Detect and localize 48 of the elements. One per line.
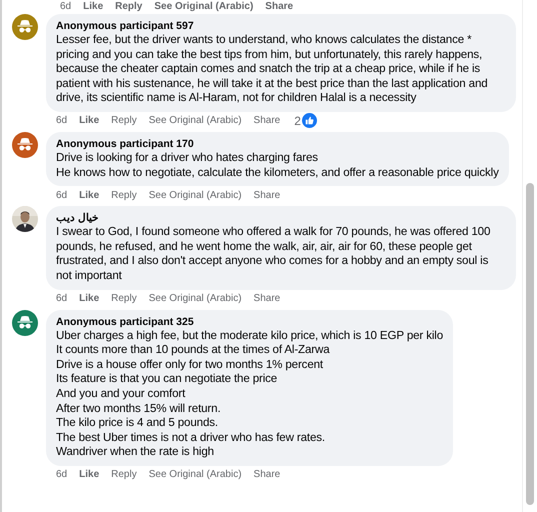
- comment-time[interactable]: 6d: [56, 190, 68, 201]
- comment-text: Its feature is that you can negotiate the price: [56, 372, 278, 387]
- reply-link[interactable]: Reply: [115, 0, 142, 12]
- share-link[interactable]: Share: [254, 115, 280, 126]
- comment-text: The kilo price is 4 and 5 pounds.: [56, 416, 219, 431]
- see-original-link[interactable]: See Original (Arabic): [148, 469, 242, 480]
- see-original-link[interactable]: See Original (Arabic): [148, 115, 242, 126]
- share-link[interactable]: Share: [254, 293, 280, 304]
- comment-text: Uber charges a high fee, but the moderate kilo price, which is 10 EGP per kilo: [56, 328, 443, 344]
- comment-time[interactable]: 6d: [56, 115, 68, 126]
- scrollbar-thumb[interactable]: [526, 183, 534, 505]
- author-name[interactable]: خيال ديب: [56, 211, 506, 226]
- like-link[interactable]: Like: [79, 293, 100, 304]
- reply-link[interactable]: Reply: [111, 190, 137, 201]
- see-original-link[interactable]: See Original (Arabic): [154, 0, 254, 12]
- comment-time[interactable]: 6d: [56, 293, 68, 304]
- comment-time[interactable]: 6d: [60, 0, 72, 12]
- author-name[interactable]: Anonymous participant 170: [56, 136, 499, 151]
- anonymous-avatar-icon[interactable]: [12, 14, 38, 40]
- author-name[interactable]: Anonymous participant 325: [56, 314, 443, 329]
- see-original-link[interactable]: See Original (Arabic): [148, 190, 242, 201]
- comment-text: And you and your comfort: [56, 386, 186, 402]
- comment-text: After two months 15% will return.: [56, 402, 222, 416]
- anonymous-avatar-icon[interactable]: [12, 132, 38, 158]
- comment-text: Lesser fee, but the driver wants to understand, who knows calculates the distance * pricing and you can take the best tips from him, but unfortunately, this rarely happens, because the cheater captain comes and snatch the trip at a cheap price, while if he is patient with his sustenance, he will take it at the best price than the last application and drive, its scientific name is Al-Haram, not for children Halal is a necessity: [56, 33, 489, 106]
- author-name[interactable]: Anonymous participant 597: [56, 19, 506, 33]
- comment-text: It counts more than 10 pounds at the times of Al-Zarwa: [56, 343, 331, 358]
- share-link[interactable]: Share: [265, 0, 294, 12]
- share-link[interactable]: Share: [254, 190, 280, 201]
- comment-text: He knows how to negotiate, calculate the kilometers, and offer a reasonable price quickly: [56, 166, 499, 180]
- reaction-count[interactable]: 2: [294, 114, 301, 128]
- comment-text: Drive is a house offer only for two months 1% percent: [56, 358, 324, 372]
- comment-text: Wandriver when the rate is high: [56, 445, 215, 460]
- share-link[interactable]: Share: [254, 469, 280, 480]
- like-reaction-icon[interactable]: [302, 113, 317, 128]
- like-link[interactable]: Like: [79, 469, 100, 480]
- like-link[interactable]: Like: [79, 190, 100, 201]
- comment-text: The best Uber times is not a driver who has few rates.: [56, 430, 326, 446]
- like-link[interactable]: Like: [83, 0, 104, 12]
- comment-text: I swear to God, I found someone who offered a walk for 70 pounds, he was offered 100 pounds, he refused, and he went home the walk, air, air, air for 60, these people get frustrated, and I also don't accept anyone who comes for a hobby and an empty soul is not important: [56, 225, 492, 284]
- reply-link[interactable]: Reply: [111, 469, 137, 480]
- reply-link[interactable]: Reply: [111, 115, 137, 126]
- comment-text: Drive is looking for a driver who hates charging fares: [56, 150, 319, 166]
- anonymous-avatar-icon[interactable]: [12, 310, 38, 336]
- comment-time[interactable]: 6d: [56, 469, 68, 480]
- see-original-link[interactable]: See Original (Arabic): [148, 293, 242, 304]
- like-link[interactable]: Like: [79, 115, 100, 126]
- reply-link[interactable]: Reply: [111, 293, 137, 304]
